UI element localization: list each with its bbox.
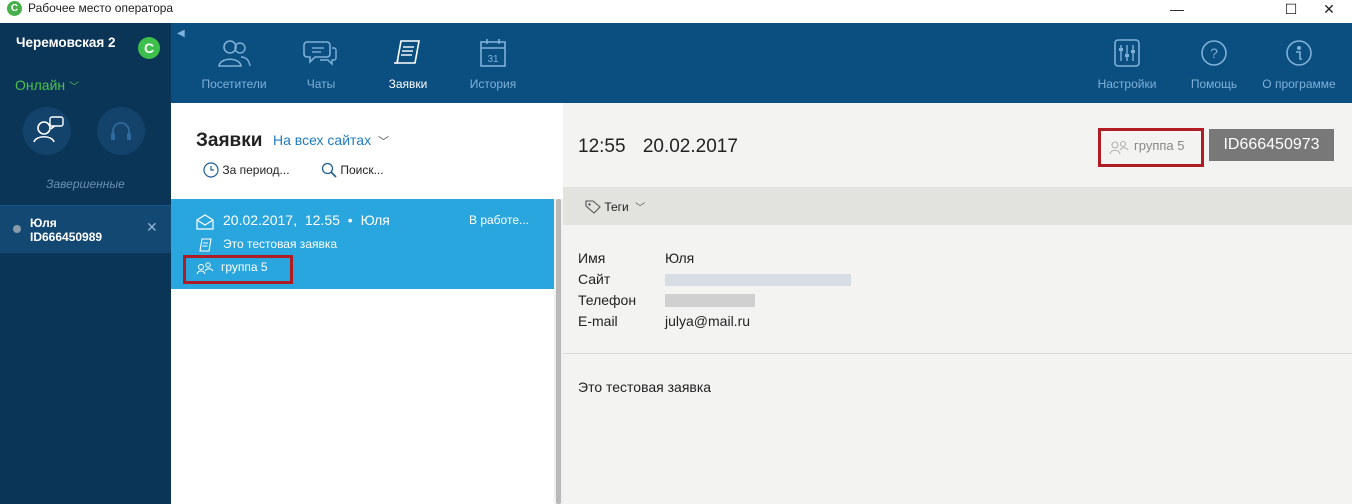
site-filter-dropdown[interactable]: На всех сайтах ﹀ <box>273 132 389 149</box>
finished-chat-item[interactable]: Юля ID666450989 ✕ <box>0 205 171 253</box>
divider <box>563 353 1352 354</box>
status-dropdown[interactable]: Онлайн ﹀ <box>15 77 79 93</box>
tab-history-label: История <box>469 77 517 91</box>
request-text: Это тестовая заявка <box>223 237 338 251</box>
minimize-button[interactable]: — <box>1154 0 1200 20</box>
chevron-down-icon: ﹀ <box>635 203 646 214</box>
detail-time: 12:55 <box>578 136 626 157</box>
tags-dropdown[interactable]: Теги ﹀ <box>585 199 645 214</box>
request-id-badge: ID666450973 <box>1209 129 1334 161</box>
chevron-down-icon: ﹀ <box>69 82 80 93</box>
settings-button[interactable]: Настройки <box>1086 23 1168 103</box>
separator-dot: • <box>347 212 353 228</box>
highlight-box-detail-group <box>1098 128 1204 167</box>
operator-chat-icon <box>33 116 64 143</box>
tab-visitors[interactable]: Посетители <box>191 23 277 103</box>
field-label-name: Имя <box>578 250 606 266</box>
chat-item-id: ID666450989 <box>30 230 103 244</box>
calendar-icon: 31 <box>480 39 506 67</box>
search-icon <box>321 162 337 178</box>
chevron-down-icon: ﹀ <box>377 136 389 148</box>
window-title: Рабочее место оператора <box>28 1 174 15</box>
tags-bar: Теги ﹀ <box>563 187 1352 225</box>
settings-sliders-icon <box>1114 39 1140 67</box>
window-titlebar: C Рабочее место оператора — ☐ ✕ <box>0 0 1352 23</box>
app-logo-icon: C <box>7 1 22 16</box>
visitors-icon <box>218 40 251 67</box>
document-icon <box>199 238 212 252</box>
site-filter-label: На всех сайтах <box>273 132 372 148</box>
request-status: В работе... <box>469 213 530 227</box>
field-label-email: E-mail <box>578 313 618 329</box>
redacted-site-value <box>665 274 851 286</box>
field-value-email: julya@mail.ru <box>665 313 751 329</box>
tab-requests-label: Заявки <box>388 77 428 91</box>
finished-section-label[interactable]: Завершенные <box>0 177 171 191</box>
headset-button[interactable] <box>97 107 145 155</box>
request-time: 12.55 <box>304 212 340 228</box>
close-window-button[interactable]: ✕ <box>1306 0 1352 20</box>
tab-history[interactable]: 31 История <box>457 23 529 103</box>
tab-visitors-label: Посетители <box>201 77 267 91</box>
request-author: Юля <box>360 212 390 228</box>
period-filter-button[interactable]: За период... <box>203 162 290 178</box>
field-value-name: Юля <box>665 250 695 266</box>
period-filter-label: За период... <box>222 163 290 177</box>
redacted-phone-value <box>665 294 755 307</box>
requests-icon <box>394 40 420 64</box>
chat-operator-button[interactable] <box>23 107 71 155</box>
help-button[interactable]: ? Помощь <box>1181 23 1247 103</box>
tag-icon <box>585 200 601 214</box>
chat-bubbles-icon <box>303 41 337 66</box>
requests-list-panel: Заявки На всех сайтах ﹀ За период... Пои… <box>171 103 563 504</box>
close-icon[interactable]: ✕ <box>146 219 158 236</box>
field-label-site: Сайт <box>578 271 611 287</box>
field-label-phone: Телефон <box>578 292 637 308</box>
top-navigation: ◀ Посетители Чаты Заявки 31 История Наст… <box>171 23 1352 103</box>
tab-requests[interactable]: Заявки <box>371 23 445 103</box>
request-message: Это тестовая заявка <box>578 379 712 395</box>
clock-icon <box>203 162 219 178</box>
operator-sidebar: Черемовская 2 C Онлайн ﹀ Завершенные Юля … <box>0 23 171 504</box>
svg-text:31: 31 <box>487 54 499 65</box>
request-detail-panel: 12:55 20.02.2017 группа 5 ID666450973 Те… <box>563 103 1352 504</box>
tags-label: Теги <box>604 200 629 214</box>
detail-date: 20.02.2017 <box>642 136 738 157</box>
info-icon <box>1286 40 1312 66</box>
request-date: 20.02.2017, <box>223 212 297 228</box>
brand-logo-icon: C <box>138 37 160 59</box>
list-scrollbar-thumb[interactable] <box>556 199 561 504</box>
svg-text:?: ? <box>1210 45 1218 61</box>
help-label: Помощь <box>1190 77 1238 91</box>
chat-item-name: Юля <box>30 216 57 230</box>
page-title: Заявки <box>196 130 263 151</box>
status-label: Онлайн <box>15 77 66 93</box>
offline-status-dot <box>13 225 21 233</box>
help-icon: ? <box>1201 40 1227 66</box>
search-button[interactable]: Поиск... <box>321 162 384 178</box>
headset-icon <box>111 122 131 140</box>
highlight-box-list-group <box>183 255 293 284</box>
operator-name: Черемовская 2 <box>16 35 116 50</box>
tab-chats-label: Чаты <box>306 77 336 91</box>
settings-label: Настройки <box>1097 77 1157 91</box>
collapse-sidebar-icon[interactable]: ◀ <box>177 28 185 39</box>
envelope-icon <box>196 214 214 230</box>
about-button[interactable]: О программе <box>1257 23 1341 103</box>
search-label: Поиск... <box>340 163 384 177</box>
tab-chats[interactable]: Чаты <box>286 23 356 103</box>
about-label: О программе <box>1262 77 1336 91</box>
